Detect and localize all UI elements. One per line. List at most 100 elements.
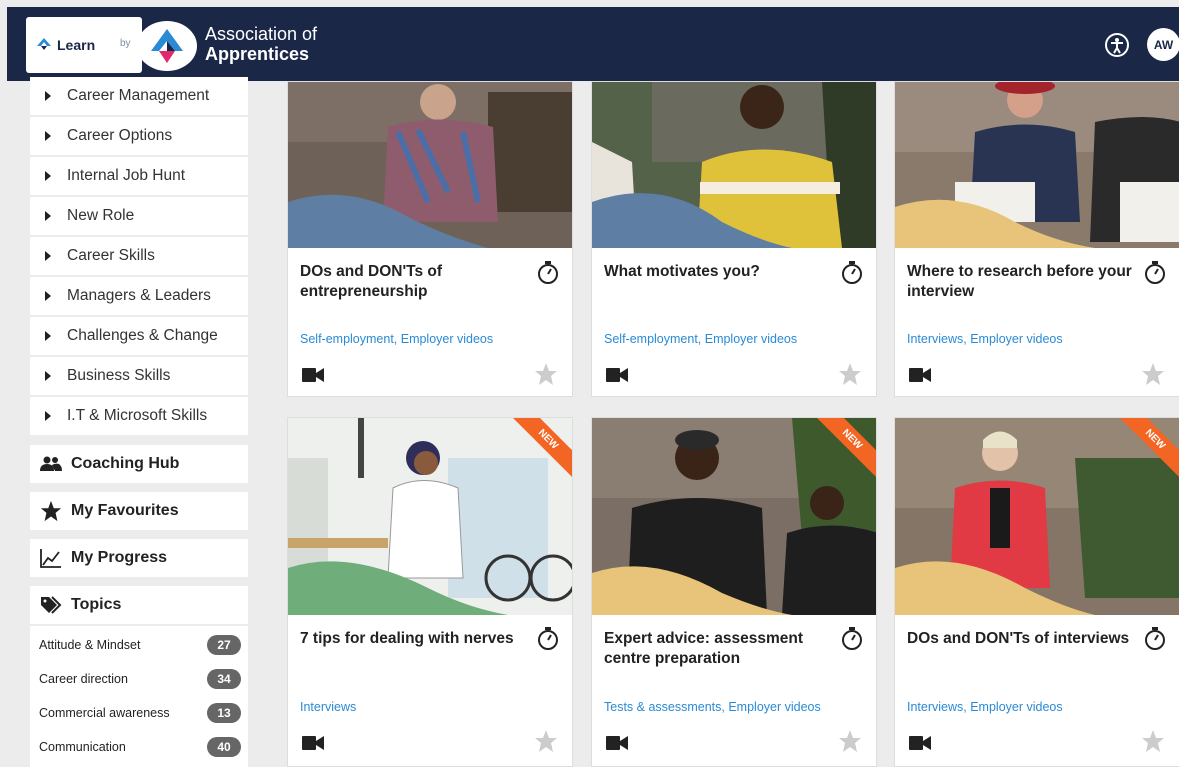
category-label: Challenges & Change [67,327,218,344]
card-title[interactable]: Expert advice: assessment centre prepara… [604,629,834,669]
topic-label: Commercial awareness [39,706,170,720]
new-ribbon: NEW [806,418,876,488]
new-ribbon: NEW [1109,418,1179,488]
favourite-star-icon[interactable] [838,729,862,758]
card-title[interactable]: 7 tips for dealing with nerves [300,629,550,649]
card-title[interactable]: Where to research before your interview [907,262,1137,302]
video-camera-icon [302,367,324,388]
learn-logo-icon [37,37,51,53]
category-challenges-change[interactable]: Challenges & Change [30,317,248,355]
by-label: by [120,38,131,49]
topic-row[interactable]: Attitude & Mindset 27 [39,633,241,657]
caret-right-icon [45,171,51,181]
category-it-microsoft-skills[interactable]: I.T & Microsoft Skills [30,397,248,435]
category-label: Managers & Leaders [67,287,211,304]
nav-my-progress[interactable]: My Progress [30,539,248,577]
topic-row[interactable]: Career direction 34 [39,667,241,691]
card-tags[interactable]: Interviews, Employer videos [907,700,1063,714]
chart-icon [39,548,63,568]
category-new-role[interactable]: New Role [30,197,248,235]
video-card[interactable]: What motivates you? Self-employment, Emp… [591,81,877,397]
category-managers-leaders[interactable]: Managers & Leaders [30,277,248,315]
video-camera-icon [909,735,931,756]
caret-right-icon [45,291,51,301]
topic-row[interactable]: Commercial awareness 13 [39,701,241,725]
favourite-star-icon[interactable] [534,362,558,391]
category-label: Career Skills [67,247,155,264]
card-tags[interactable]: Tests & assessments, Employer videos [604,700,821,714]
nav-coaching-hub[interactable]: Coaching Hub [30,445,248,483]
star-icon [39,500,63,522]
video-card[interactable]: DOs and DON'Ts of entrepreneurship Self-… [287,81,573,397]
favourite-star-icon[interactable] [838,362,862,391]
learn-label: Learn [57,37,96,53]
tags-icon [39,596,63,614]
caret-right-icon [45,371,51,381]
org-name-line1: Association of [205,24,318,44]
caret-right-icon [45,211,51,221]
stopwatch-icon [1143,259,1167,285]
category-label: New Role [67,207,135,224]
caret-right-icon [45,91,51,101]
nav-topics[interactable]: Topics [30,586,248,624]
card-title[interactable]: What motivates you? [604,262,834,282]
video-camera-icon [302,735,324,756]
card-tags[interactable]: Self-employment, Employer videos [300,332,493,346]
nav-my-favourites[interactable]: My Favourites [30,492,248,530]
topic-row[interactable]: Communication 40 [39,735,241,759]
category-label: Career Options [67,127,173,144]
caret-right-icon [45,411,51,421]
caret-right-icon [45,131,51,141]
top-header: Learn by Association of Apprentices AW [7,7,1179,81]
category-label: Business Skills [67,367,171,384]
count-badge: 40 [207,737,241,757]
topic-list: Attitude & Mindset 27 Career direction 34 … [30,626,248,767]
stopwatch-icon [536,259,560,285]
category-career-management[interactable]: Career Management [30,77,248,115]
video-thumbnail[interactable] [895,82,1179,248]
video-camera-icon [606,735,628,756]
count-badge: 34 [207,669,241,689]
stopwatch-icon [1143,625,1167,651]
category-label: I.T & Microsoft Skills [67,407,208,424]
org-name-line2: Apprentices [205,44,310,64]
new-badge-label: NEW [1115,418,1179,479]
category-business-skills[interactable]: Business Skills [30,357,248,395]
count-badge: 27 [207,635,241,655]
category-career-skills[interactable]: Career Skills [30,237,248,275]
count-badge: 13 [207,703,241,723]
nav-label: My Progress [71,549,168,566]
favourite-star-icon[interactable] [534,729,558,758]
favourite-star-icon[interactable] [1141,362,1165,391]
category-label: Career Management [67,87,210,104]
category-internal-job-hunt[interactable]: Internal Job Hunt [30,157,248,195]
card-title[interactable]: DOs and DON'Ts of interviews [907,629,1137,649]
card-tags[interactable]: Interviews, Employer videos [907,332,1063,346]
video-thumbnail[interactable] [288,82,572,248]
category-label: Internal Job Hunt [67,167,186,184]
card-title[interactable]: DOs and DON'Ts of entrepreneurship [300,262,530,302]
sidebar: Career Management Career Options Interna… [30,77,250,767]
users-icon [39,456,63,472]
stopwatch-icon [536,625,560,651]
video-card[interactable]: NEW DOs and DON'Ts of interviews Intervi… [894,417,1179,767]
video-camera-icon [606,367,628,388]
video-card[interactable]: NEW Expert advice: assessment centre pre… [591,417,877,767]
new-badge-label: NEW [812,418,876,479]
stopwatch-icon [840,259,864,285]
video-thumbnail[interactable] [592,82,876,248]
card-tags[interactable]: Interviews [300,700,356,714]
org-logo-icon[interactable] [137,21,197,71]
card-tags[interactable]: Self-employment, Employer videos [604,332,797,346]
video-card[interactable]: NEW 7 tips for dealing with nerves Inter… [287,417,573,767]
user-avatar[interactable]: AW [1147,28,1179,61]
video-card[interactable]: Where to research before your interview … [894,81,1179,397]
caret-right-icon [45,331,51,341]
accessibility-icon[interactable] [1105,33,1129,57]
category-career-options[interactable]: Career Options [30,117,248,155]
topic-label: Attitude & Mindset [39,638,141,652]
favourite-star-icon[interactable] [1141,729,1165,758]
new-badge-label: NEW [508,418,572,479]
caret-right-icon [45,251,51,261]
topic-label: Career direction [39,672,128,686]
